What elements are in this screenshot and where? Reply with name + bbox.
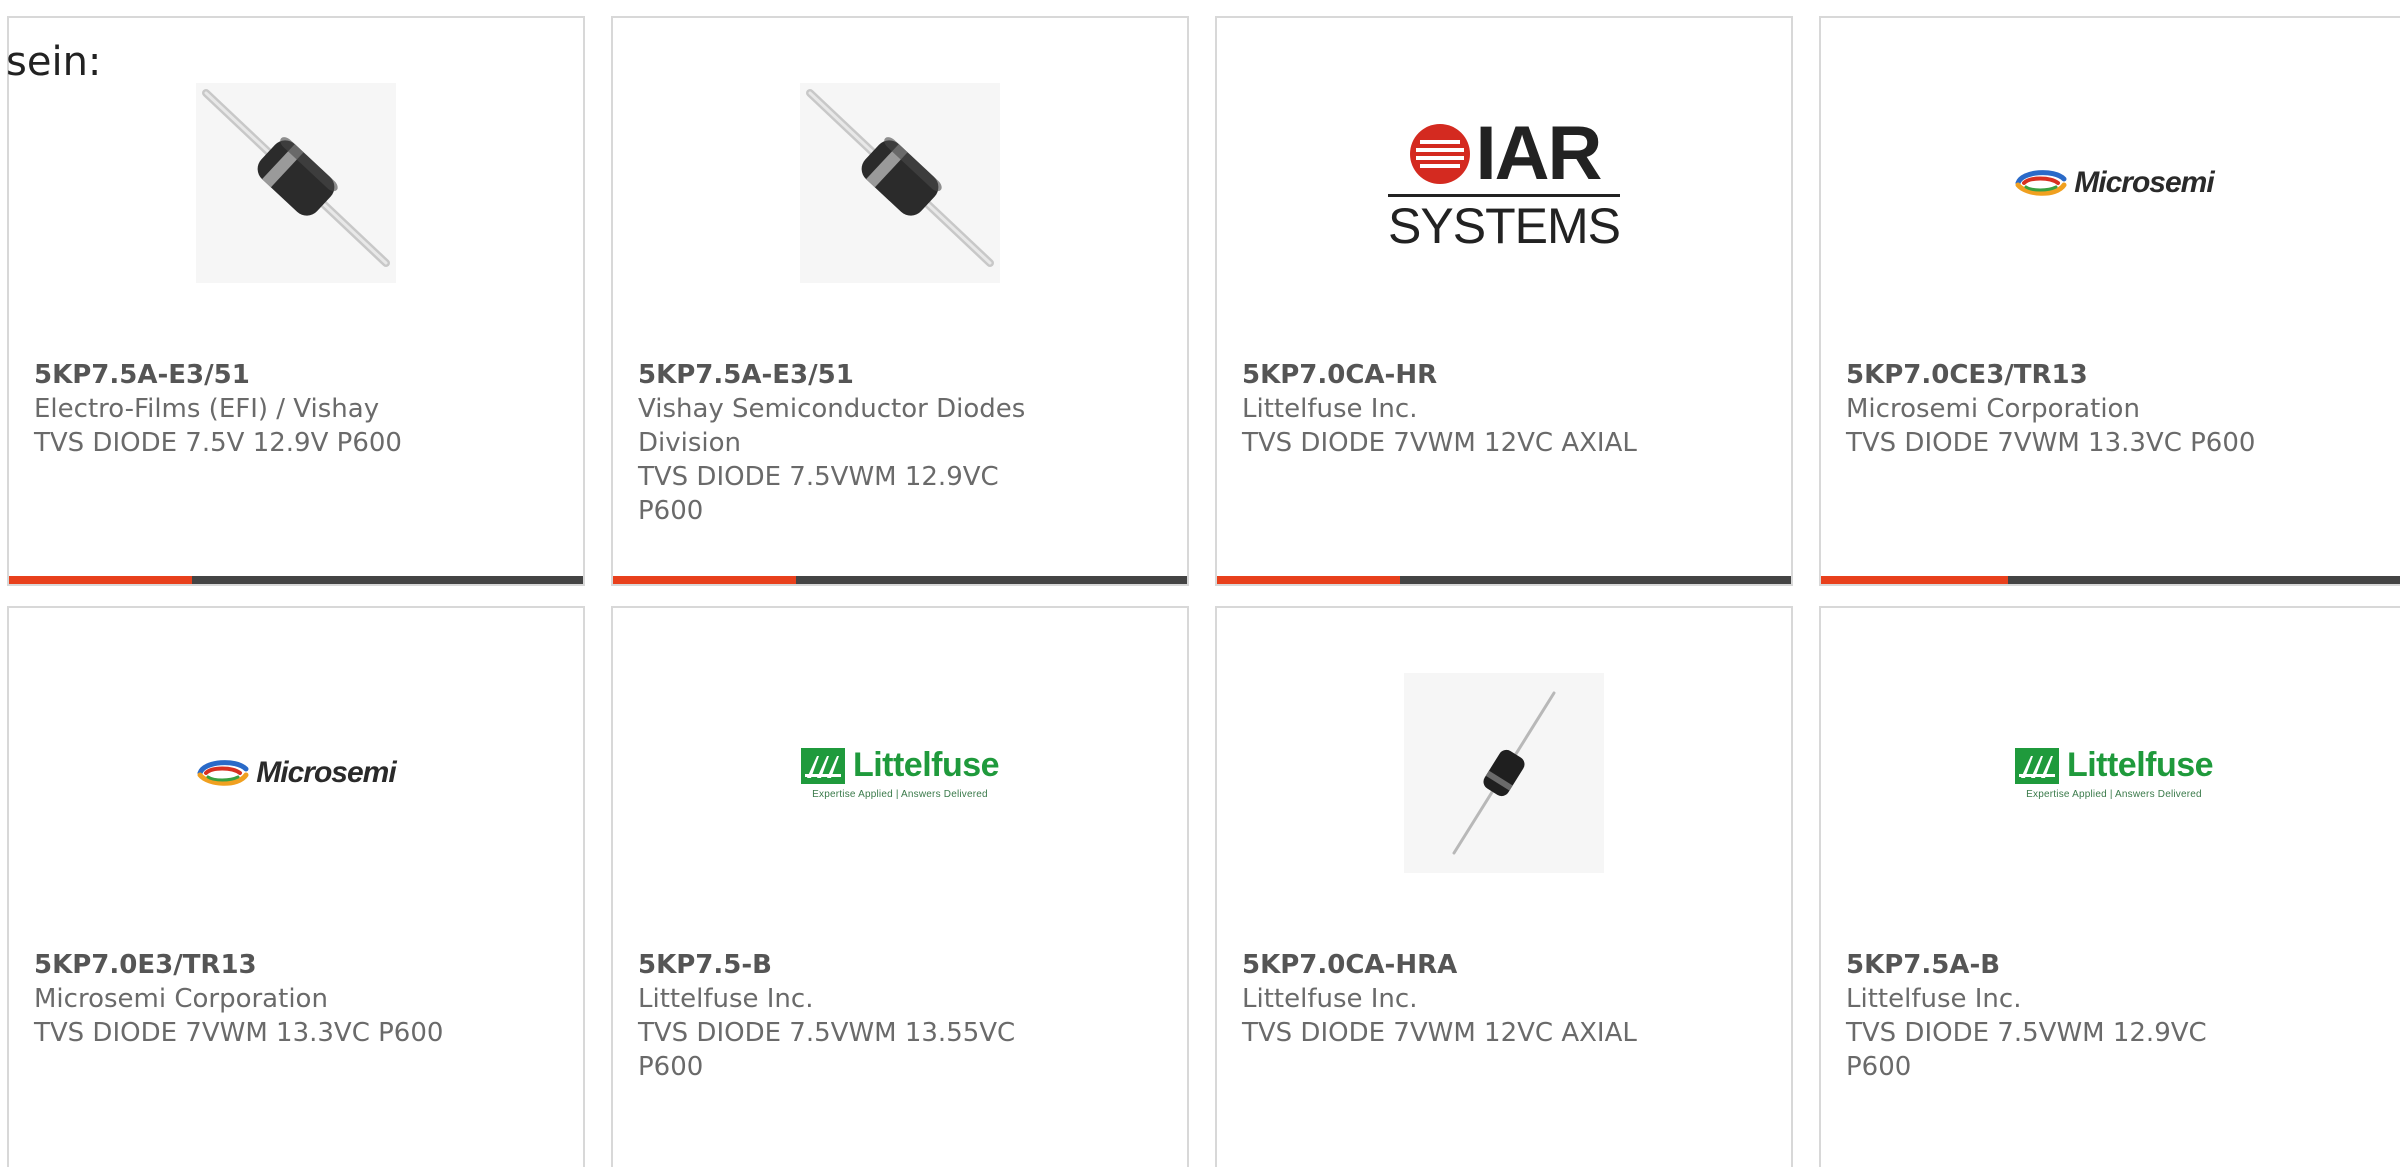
manufacturer: Littelfuse Inc. — [1846, 984, 2022, 1014]
manufacturer: Littelfuse Inc. — [1242, 984, 1418, 1014]
progress-bar — [9, 576, 583, 584]
product-image: Microsemi — [1821, 18, 2400, 348]
littelfuse-tagline: Expertise Applied | Answers Delivered — [812, 789, 988, 800]
product-card[interactable]: 5KP7.0CA-HRA Littelfuse Inc. TVS DIODE 7… — [1215, 606, 1793, 1167]
description: TVS DIODE 7.5VWM 12.9VC P600 — [1846, 1018, 2207, 1082]
part-number[interactable]: 5KP7.5A-E3/51 — [34, 358, 563, 392]
description: TVS DIODE 7VWM 13.3VC P600 — [1846, 428, 2256, 458]
product-details: 5KP7.5A-E3/51 Electro-Films (EFI) / Vish… — [34, 358, 563, 460]
product-details: 5KP7.5A-B Littelfuse Inc. TVS DIODE 7.5V… — [1846, 948, 2387, 1084]
product-card[interactable]: Microsemi 5KP7.0CE3/TR13 Microsemi Corpo… — [1819, 16, 2400, 586]
littelfuse-logo-text: Littelfuse — [852, 746, 1000, 784]
microsemi-logo-text: Microsemi — [2074, 166, 2214, 199]
product-details: 5KP7.0CE3/TR13 Microsemi Corporation TVS… — [1846, 358, 2387, 460]
iar-logo-subtext: SYSTEMS — [1388, 193, 1621, 251]
iar-systems-logo: IAR SYSTEMS — [1388, 110, 1621, 251]
product-card[interactable]: Microsemi 5KP7.0E3/TR13 Microsemi Corpor… — [7, 606, 585, 1167]
progress-bar — [1217, 576, 1791, 584]
manufacturer: Vishay Semiconductor Diodes Division — [638, 394, 1026, 458]
product-details: 5KP7.5-B Littelfuse Inc. TVS DIODE 7.5VW… — [638, 948, 1167, 1084]
littelfuse-mark-icon — [800, 747, 845, 784]
intro-text: sein: — [6, 39, 102, 85]
part-number[interactable]: 5KP7.5-B — [638, 948, 1167, 982]
part-number[interactable]: 5KP7.0CA-HRA — [1242, 948, 1771, 982]
product-card[interactable]: Littelfuse Expertise Applied | Answers D… — [611, 606, 1189, 1167]
description: TVS DIODE 7VWM 12VC AXIAL — [1242, 428, 1637, 458]
progress-bar — [1821, 576, 2400, 584]
microsemi-swirl-icon — [2015, 170, 2067, 196]
part-number[interactable]: 5KP7.5A-B — [1846, 948, 2387, 982]
diode-axial-icon — [196, 83, 396, 283]
page: sein: 5KP7.5A-E3/51 Electro-Films (EFI) … — [0, 0, 2400, 1167]
description: TVS DIODE 7.5VWM 12.9VC P600 — [638, 462, 999, 526]
product-image — [1217, 608, 1791, 938]
product-card[interactable]: 5KP7.5A-E3/51 Electro-Films (EFI) / Vish… — [7, 16, 585, 586]
description: TVS DIODE 7.5VWM 13.55VC P600 — [638, 1018, 1016, 1082]
progress-fill — [1217, 576, 1400, 584]
manufacturer: Microsemi Corporation — [1846, 394, 2140, 424]
description: TVS DIODE 7.5V 12.9V P600 — [34, 428, 402, 458]
progress-fill — [9, 576, 192, 584]
product-image: Littelfuse Expertise Applied | Answers D… — [613, 608, 1187, 938]
microsemi-logo-text: Microsemi — [256, 756, 396, 789]
part-number[interactable]: 5KP7.0E3/TR13 — [34, 948, 563, 982]
iar-logo-text: IAR — [1475, 110, 1603, 196]
part-number[interactable]: 5KP7.0CA-HR — [1242, 358, 1771, 392]
progress-bar — [613, 576, 1187, 584]
littelfuse-logo: Littelfuse Expertise Applied | Answers D… — [2014, 746, 2214, 800]
product-image — [613, 18, 1187, 348]
littelfuse-mark-icon — [2014, 747, 2059, 784]
microsemi-logo: Microsemi — [196, 756, 397, 790]
manufacturer: Electro-Films (EFI) / Vishay — [34, 394, 380, 424]
part-number[interactable]: 5KP7.5A-E3/51 — [638, 358, 1167, 392]
description: TVS DIODE 7VWM 13.3VC P600 — [34, 1018, 444, 1048]
progress-fill — [1821, 576, 2008, 584]
product-details: 5KP7.0CA-HRA Littelfuse Inc. TVS DIODE 7… — [1242, 948, 1771, 1050]
product-image: IAR SYSTEMS — [1217, 18, 1791, 348]
manufacturer: Littelfuse Inc. — [1242, 394, 1418, 424]
part-number[interactable]: 5KP7.0CE3/TR13 — [1846, 358, 2387, 392]
littelfuse-logo-text: Littelfuse — [2066, 746, 2214, 784]
manufacturer: Littelfuse Inc. — [638, 984, 814, 1014]
manufacturer: Microsemi Corporation — [34, 984, 328, 1014]
product-card[interactable]: Littelfuse Expertise Applied | Answers D… — [1819, 606, 2400, 1167]
product-card[interactable]: 5KP7.5A-E3/51 Vishay Semiconductor Diode… — [611, 16, 1189, 586]
diode-axial-small-icon — [1404, 673, 1604, 873]
littelfuse-logo: Littelfuse Expertise Applied | Answers D… — [800, 746, 1000, 800]
product-details: 5KP7.0CA-HR Littelfuse Inc. TVS DIODE 7V… — [1242, 358, 1771, 460]
description: TVS DIODE 7VWM 12VC AXIAL — [1242, 1018, 1637, 1048]
progress-fill — [613, 576, 796, 584]
diode-axial-icon — [800, 83, 1000, 283]
littelfuse-tagline: Expertise Applied | Answers Delivered — [2026, 789, 2202, 800]
iar-circle-icon — [1409, 123, 1470, 184]
product-details: 5KP7.5A-E3/51 Vishay Semiconductor Diode… — [638, 358, 1167, 528]
microsemi-logo: Microsemi — [2014, 166, 2215, 200]
product-grid: 5KP7.5A-E3/51 Electro-Films (EFI) / Vish… — [7, 16, 2400, 1167]
microsemi-swirl-icon — [197, 760, 249, 786]
product-image: Littelfuse Expertise Applied | Answers D… — [1821, 608, 2400, 938]
product-details: 5KP7.0E3/TR13 Microsemi Corporation TVS … — [34, 948, 563, 1050]
product-image: Microsemi — [9, 608, 583, 938]
product-card[interactable]: IAR SYSTEMS 5KP7.0CA-HR Littelfuse Inc. … — [1215, 16, 1793, 586]
